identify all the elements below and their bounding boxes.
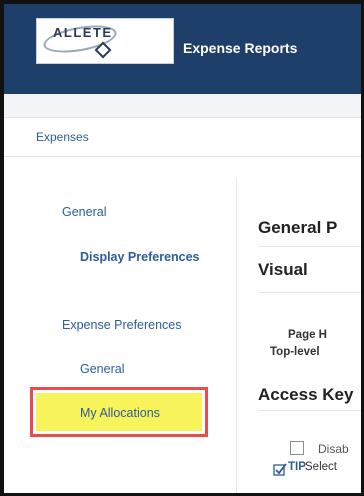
screenshot-frame (0, 0, 364, 496)
